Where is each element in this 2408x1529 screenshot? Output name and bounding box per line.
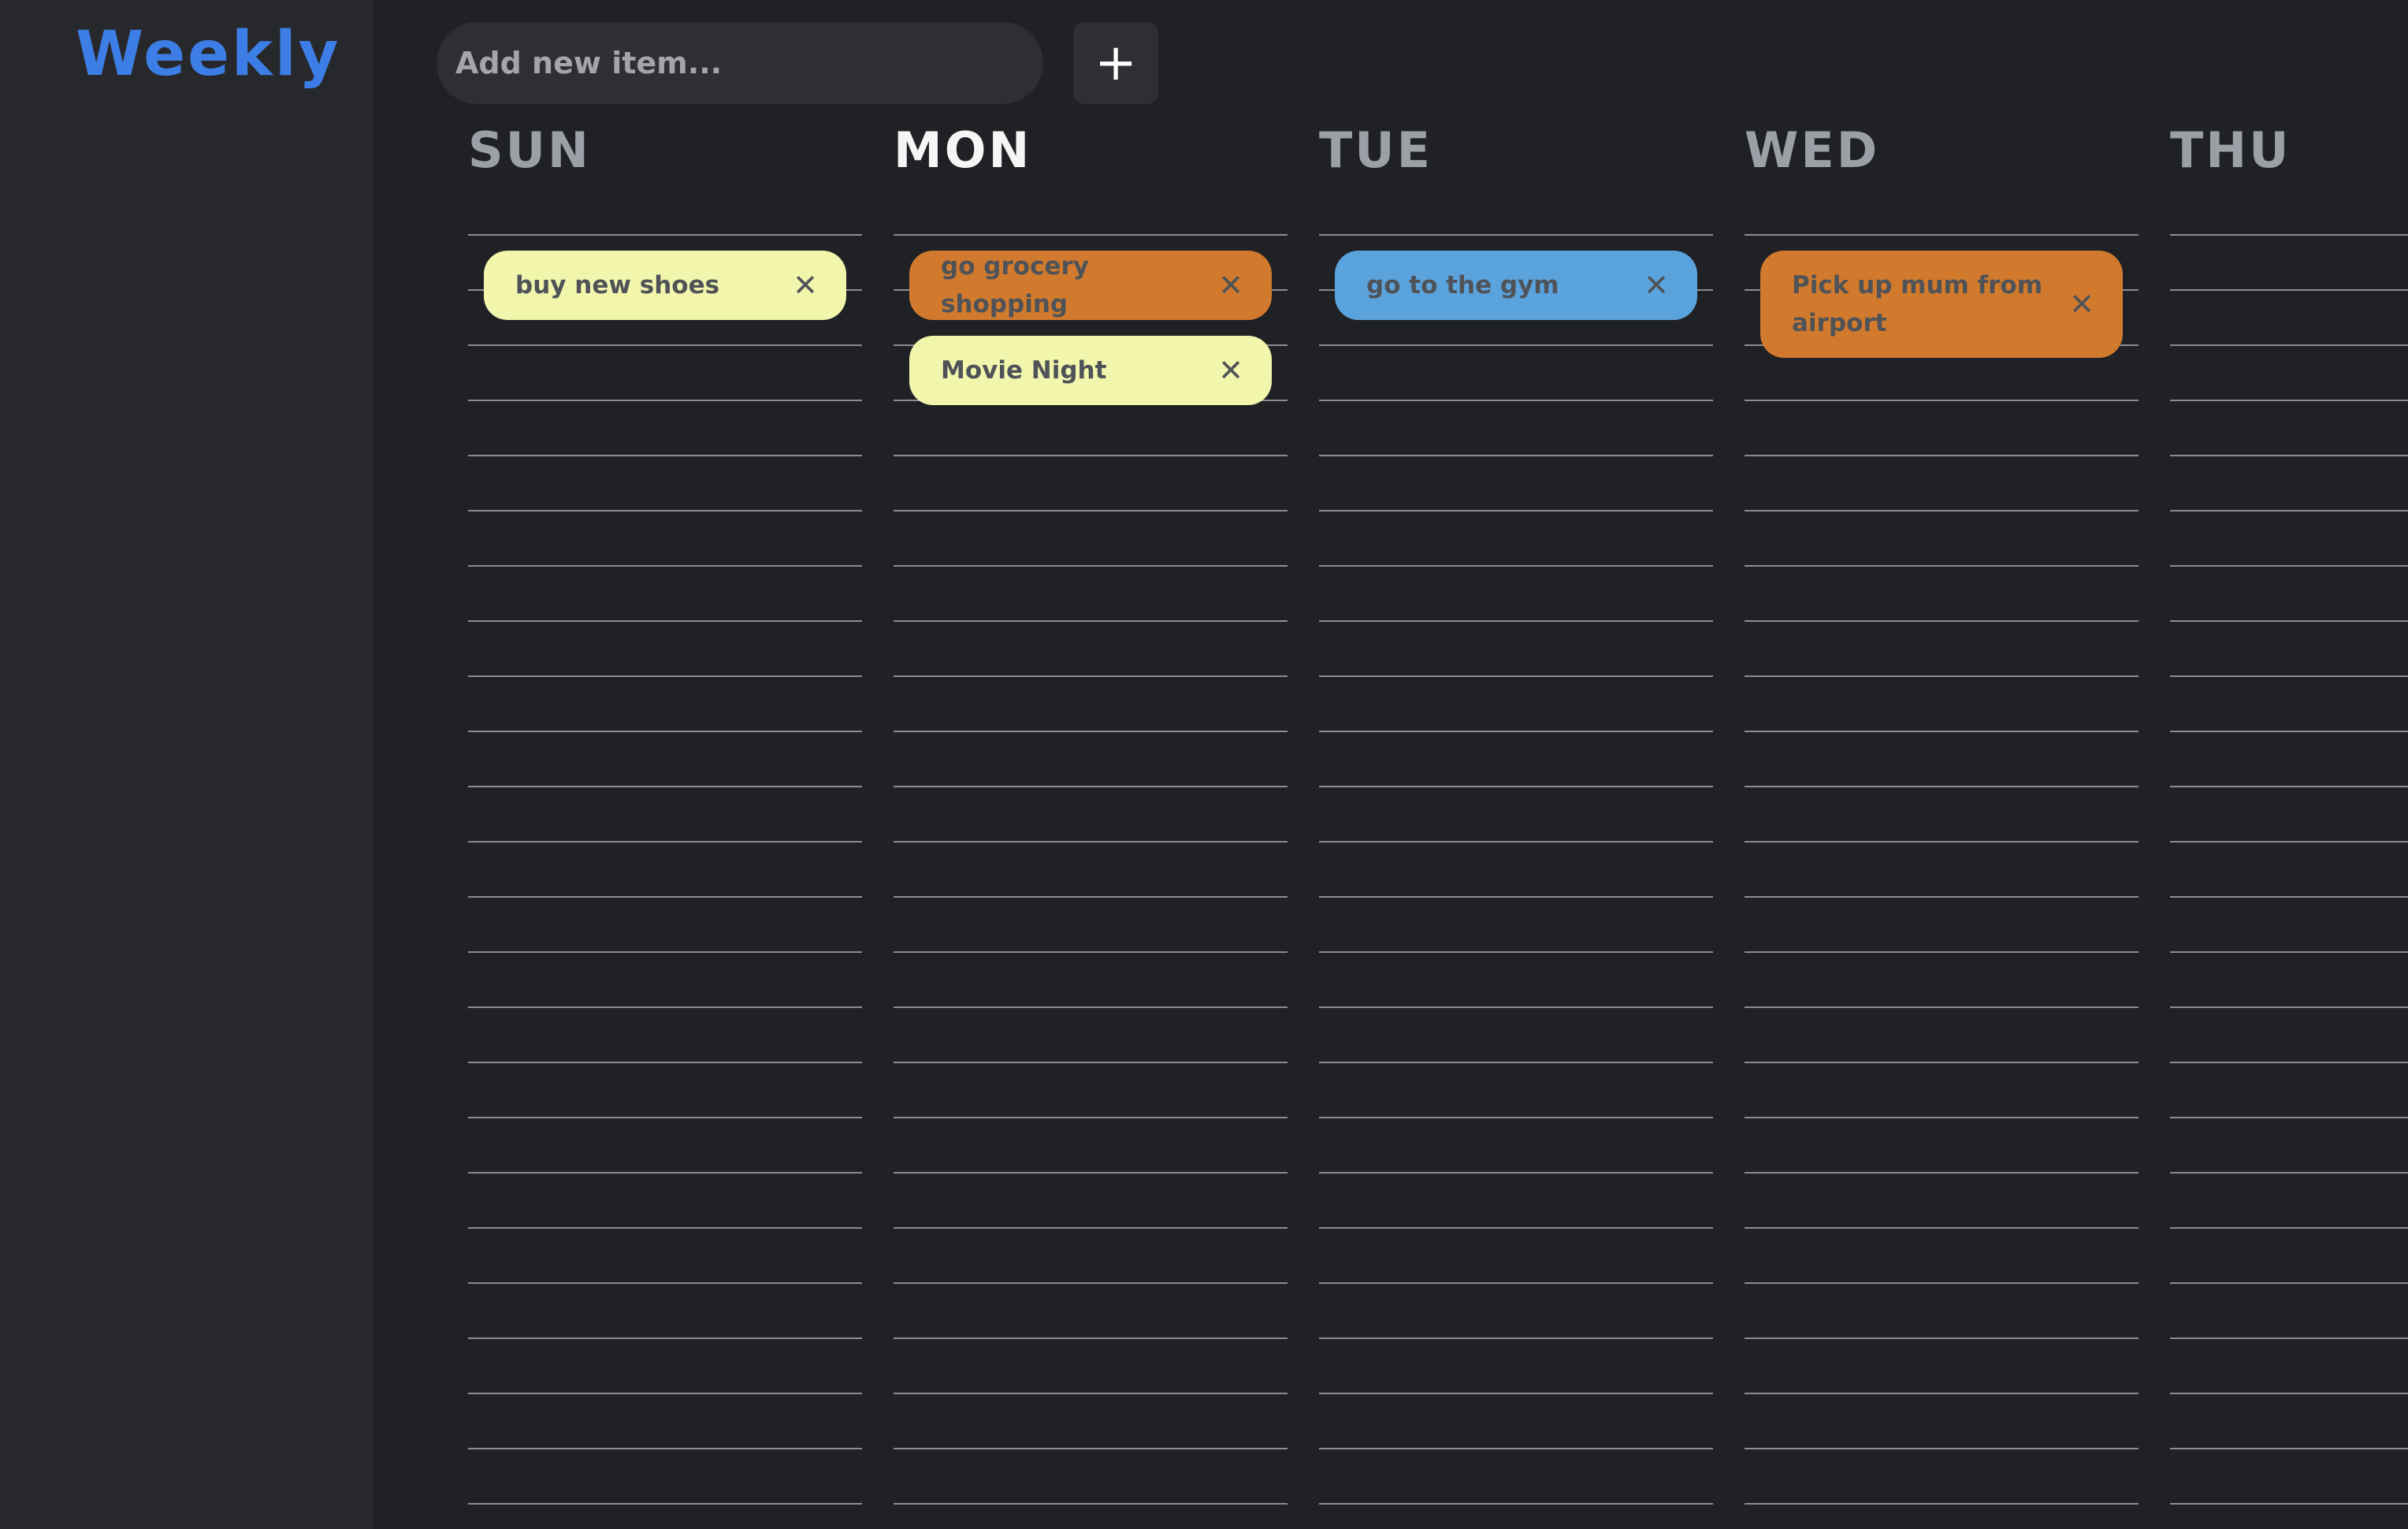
close-icon[interactable]: ✕: [1218, 355, 1243, 385]
task-text: go to the gym: [1366, 271, 1559, 299]
task-item[interactable]: go to the gym ✕: [1335, 251, 1697, 320]
sidebar: Weekly: [0, 0, 373, 1529]
day-lines: [468, 234, 862, 1527]
day-column-thu: THU: [2170, 0, 2408, 1529]
day-lines: [2170, 234, 2408, 1527]
task-text: go grocery shopping: [941, 252, 1089, 318]
task-text: Pick up mum from airport: [1792, 271, 2043, 337]
day-title: WED: [1745, 121, 1880, 179]
day-lines: [1319, 234, 1713, 1527]
task-text: Movie Night: [941, 356, 1107, 385]
task-item[interactable]: Movie Night ✕: [909, 336, 1272, 405]
day-title: TUE: [1319, 121, 1433, 179]
task-item[interactable]: Pick up mum from airport ✕: [1760, 251, 2123, 358]
day-title: MON: [894, 121, 1032, 179]
day-lines: [894, 234, 1288, 1527]
day-column-tue: TUE go to the gym ✕: [1319, 0, 1713, 1529]
app-root: Weekly + SUN buy new shoes ✕ MON go groc…: [0, 0, 2408, 1529]
app-logo: Weekly: [76, 19, 341, 90]
close-icon[interactable]: ✕: [793, 270, 818, 300]
task-text: buy new shoes: [515, 271, 720, 299]
close-icon[interactable]: ✕: [1644, 270, 1669, 300]
day-column-wed: WED Pick up mum from airport ✕: [1745, 0, 2139, 1529]
day-title: SUN: [468, 121, 591, 179]
main-area: + SUN buy new shoes ✕ MON go grocery sho…: [373, 0, 2408, 1529]
close-icon[interactable]: ✕: [2069, 289, 2094, 319]
task-item[interactable]: buy new shoes ✕: [484, 251, 846, 320]
day-column-sun: SUN buy new shoes ✕: [468, 0, 862, 1529]
day-title: THU: [2170, 121, 2291, 179]
task-item[interactable]: go grocery shopping ✕: [909, 251, 1272, 320]
day-lines: [1745, 234, 2139, 1527]
day-column-mon: MON go grocery shopping ✕ Movie Night ✕: [894, 0, 1288, 1529]
close-icon[interactable]: ✕: [1218, 270, 1243, 300]
